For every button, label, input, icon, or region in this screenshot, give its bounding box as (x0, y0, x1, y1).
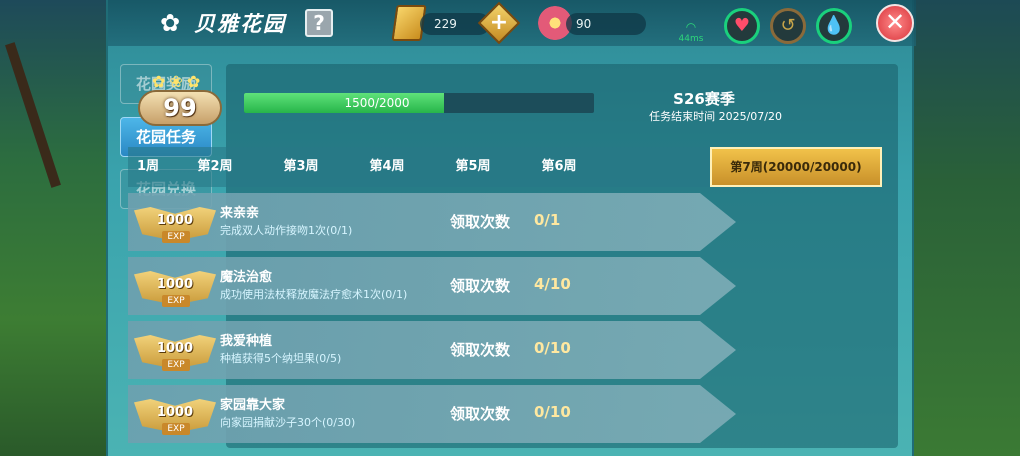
claim-count: 0/1 (534, 211, 561, 229)
exp-amount: 1000 (156, 277, 194, 292)
task-name: 我爱种植 (220, 334, 273, 349)
exp-amount: 1000 (156, 405, 194, 420)
claim-count-label: 领取次数 (450, 341, 511, 359)
garden-level: 99 (138, 90, 222, 126)
plus-icon: + (489, 10, 509, 35)
heart-button[interactable]: ♥ (724, 8, 760, 44)
tab-week-2[interactable]: 第2周 (172, 147, 258, 187)
tab-week-4[interactable]: 第4周 (344, 147, 430, 187)
close-button[interactable]: ✕ (876, 4, 914, 42)
exp-label: EXP (162, 295, 190, 307)
water-drop-icon: 💧 (822, 15, 846, 36)
task-row: 1000 EXP 家园靠大家 向家园捐献沙子30个(0/30) 领取次数 0/1… (128, 385, 736, 443)
wifi-icon: ◠ (685, 20, 697, 34)
sidebar-item-label: 花园任务 (135, 128, 196, 146)
stamina-button[interactable]: ↺ (770, 8, 806, 44)
exp-reward-badge: 1000 EXP (134, 327, 216, 375)
heart-icon: ♥ (733, 15, 751, 36)
add-gold-button[interactable]: + (477, 1, 521, 45)
tab-week-6[interactable]: 第6周 (516, 147, 602, 187)
progress-text: 1500/2000 (344, 96, 410, 110)
ping-label: 44ms (678, 34, 704, 44)
tab-week-5[interactable]: 第5周 (430, 147, 516, 187)
tab-label: 第2周 (197, 159, 233, 174)
season-end-time: 任务结束时间 2025/07/20 (649, 110, 782, 123)
flower-icon: ✿ (159, 9, 181, 37)
exp-label: EXP (162, 231, 190, 243)
tab-label: 第4周 (369, 159, 405, 174)
claim-count: 4/10 (534, 275, 571, 293)
tab-week-1[interactable]: 1周 (128, 147, 168, 187)
stamina-icon: ↺ (780, 15, 796, 36)
garden-level-badge: ✿❀✿ 99 (128, 72, 232, 128)
exp-amount: 1000 (156, 341, 194, 356)
claim-count: 0/10 (534, 339, 571, 357)
season-label: S26赛季 (673, 90, 735, 108)
tab-label: 第6周 (541, 159, 577, 174)
week-tabs: 1周 第2周 第3周 第4周 第5周 第6周 第7周(20000/20000) (128, 147, 882, 187)
tab-week-3[interactable]: 第3周 (258, 147, 344, 187)
signal-indicator: ◠ 44ms (676, 20, 706, 44)
page-title: 贝雅花园 (194, 12, 286, 36)
tab-label: 第7周(20000/20000) (730, 160, 862, 174)
task-description: 成功使用法杖释放魔法疗愈术1次(0/1) (220, 288, 408, 301)
exp-reward-badge: 1000 EXP (134, 263, 216, 311)
help-button[interactable]: ? (305, 9, 333, 37)
tab-label: 第3周 (283, 159, 319, 174)
exp-label: EXP (162, 359, 190, 371)
task-name: 来亲亲 (220, 206, 260, 221)
tab-label: 第5周 (455, 159, 491, 174)
task-row: 1000 EXP 我爱种植 种植获得5个纳坦果(0/5) 领取次数 0/10 (128, 321, 736, 379)
task-row: 1000 EXP 魔法治愈 成功使用法杖释放魔法疗愈术1次(0/1) 领取次数 … (128, 257, 736, 315)
claim-count-label: 领取次数 (450, 213, 511, 231)
task-description: 种植获得5个纳坦果(0/5) (220, 352, 342, 365)
level-flowers-icon: ✿❀✿ (152, 72, 205, 91)
task-name: 魔法治愈 (220, 270, 273, 285)
exp-reward-badge: 1000 EXP (134, 391, 216, 439)
flower-amount: 90 (576, 17, 592, 31)
task-name: 家园靠大家 (220, 398, 286, 413)
tree-trunk (5, 42, 61, 188)
exp-reward-badge: 1000 EXP (134, 199, 216, 247)
gold-amount: 229 (434, 17, 457, 31)
claim-count: 0/10 (534, 403, 571, 421)
garden-progress-bar: 1500/2000 (244, 93, 594, 113)
exp-amount: 1000 (156, 213, 194, 228)
exp-label: EXP (162, 423, 190, 435)
task-description: 向家园捐献沙子30个(0/30) (220, 416, 356, 429)
task-description: 完成双人动作接吻1次(0/1) (220, 224, 353, 237)
task-row: 1000 EXP 来亲亲 完成双人动作接吻1次(0/1) 领取次数 0/1 (128, 193, 736, 251)
game-world-right (910, 0, 1020, 456)
top-bar: ✿ 贝雅花园 ? 229 + 90 ◠ 44ms ♥ ↺ 💧 ✕ (108, 0, 916, 46)
tab-label: 1周 (136, 159, 160, 174)
water-button[interactable]: 💧 (816, 8, 852, 44)
claim-count-label: 领取次数 (450, 277, 511, 295)
flower-counter: 90 (566, 13, 646, 35)
tab-week-7[interactable]: 第7周(20000/20000) (710, 147, 882, 187)
game-world-left (0, 0, 110, 456)
claim-count-label: 领取次数 (450, 405, 511, 423)
